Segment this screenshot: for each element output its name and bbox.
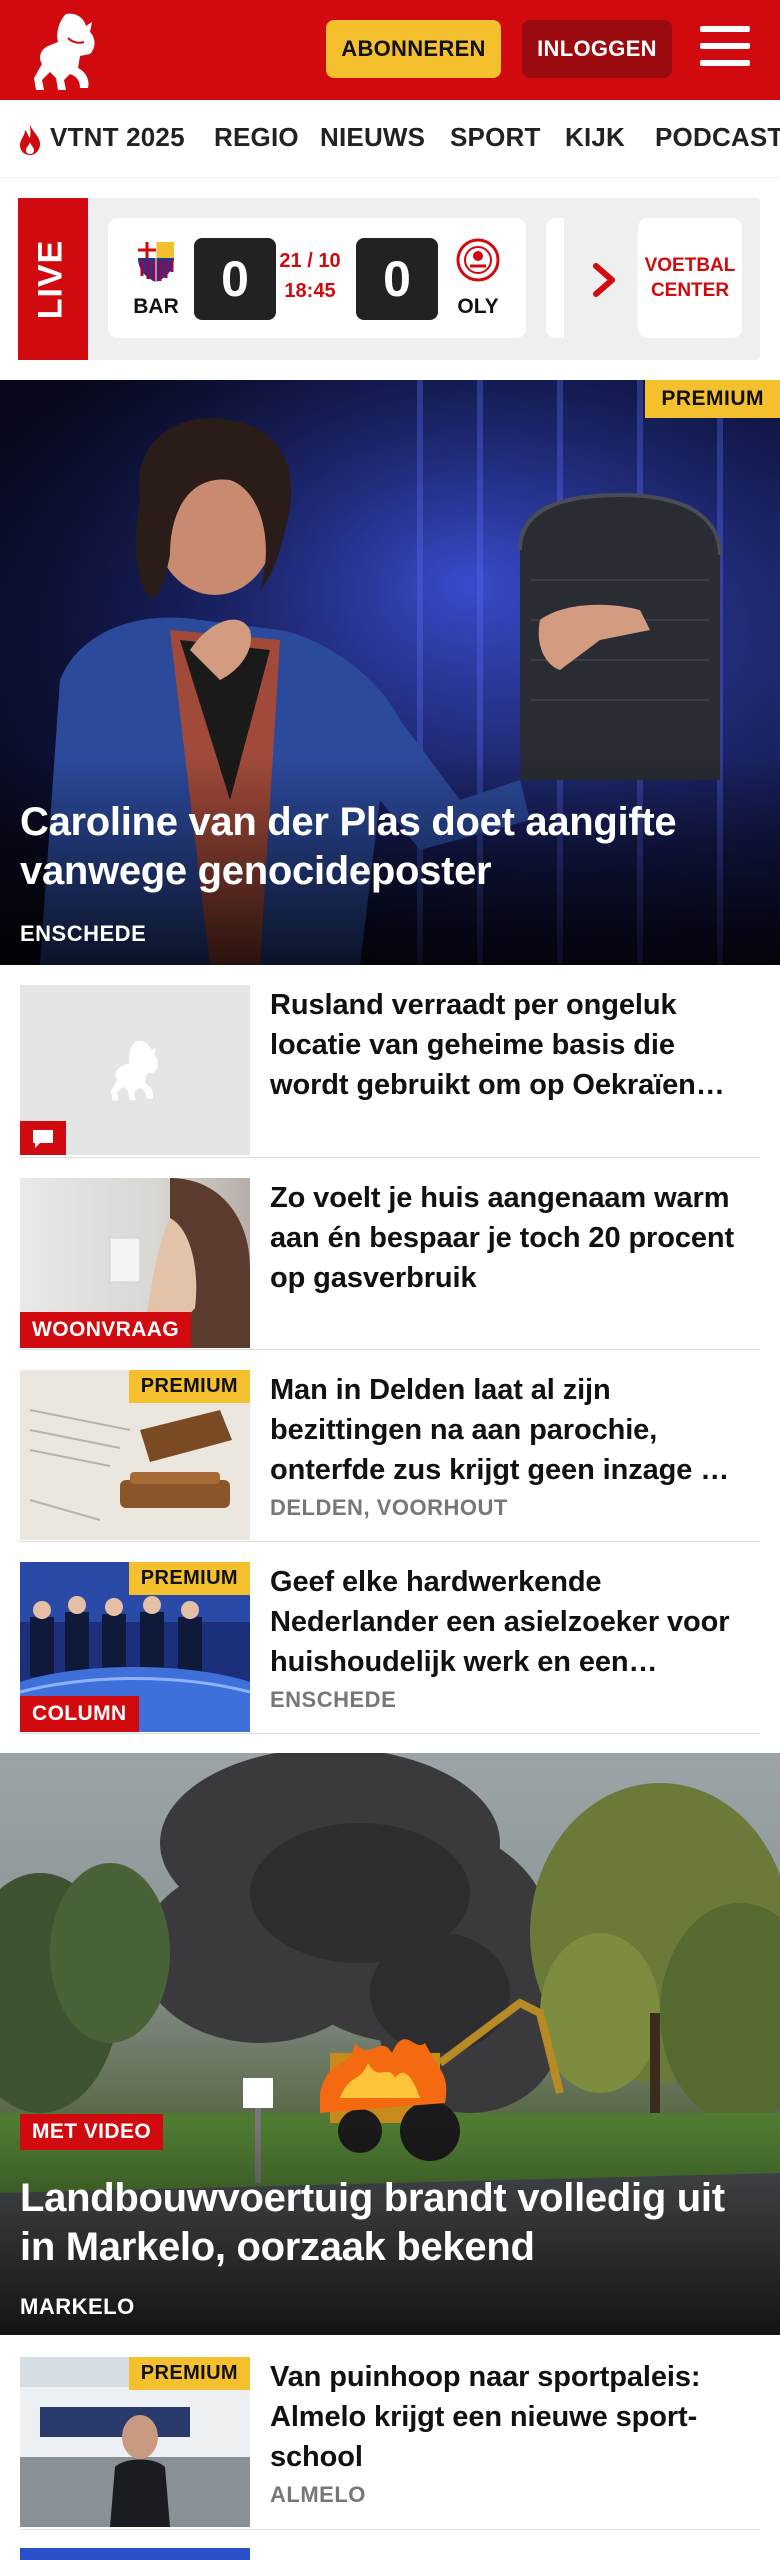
article-location: DELDEN, VOORHOUT bbox=[270, 1495, 508, 1520]
nav-item-podcast[interactable]: PODCAST bbox=[655, 122, 780, 153]
live-label-text: LIVE bbox=[31, 239, 70, 320]
home-score: 0 bbox=[194, 238, 276, 320]
hero-article[interactable]: PREMIUM Caroline van der Plas doet aangi… bbox=[0, 380, 780, 965]
hamburger-menu-icon[interactable] bbox=[700, 26, 752, 72]
hero-article-video[interactable]: MET VIDEO Landbouwvoertuig brandt volled… bbox=[0, 1753, 780, 2335]
list-item[interactable]: PREMIUM Man in Delden laat al zijn bezit… bbox=[20, 1370, 760, 1542]
twente-horse-placeholder-icon bbox=[110, 1040, 158, 1101]
match-card[interactable]: BAR 0 21 / 10 18:45 0 OLY bbox=[108, 218, 526, 338]
site-header: ABONNEREN INLOGGEN bbox=[0, 0, 780, 100]
away-team: OLY bbox=[448, 236, 508, 319]
premium-badge: PREMIUM bbox=[128, 2357, 250, 2390]
live-label: LIVE bbox=[18, 198, 88, 360]
olympiacos-crest-icon bbox=[456, 238, 500, 282]
article-title[interactable]: Man in Delden laat al zijn bezittingen n… bbox=[270, 1370, 760, 1490]
match-date: 21 / 10 bbox=[279, 250, 341, 272]
article-location: ENSCHEDE bbox=[270, 1687, 397, 1712]
comment-icon bbox=[20, 1121, 66, 1155]
article-title[interactable]: Geef elke hardwerkende Nederlander een a… bbox=[270, 1562, 760, 1682]
hero-title[interactable]: Caroline van der Plas doet aangifte vanw… bbox=[20, 798, 760, 896]
flame-icon bbox=[20, 124, 40, 155]
away-team-abbr: OLY bbox=[457, 295, 499, 318]
hero-title[interactable]: Landbouwvoertuig brandt volledig uit in … bbox=[20, 2174, 760, 2272]
hero-location: MARKELO bbox=[20, 2294, 135, 2319]
home-team-abbr: BAR bbox=[133, 295, 179, 318]
article-thumbnail: PREMIUM COLUMN bbox=[20, 1562, 250, 1732]
subscribe-button[interactable]: ABONNEREN bbox=[326, 20, 501, 78]
voetbal-center-button[interactable]: VOETBAL CENTER bbox=[638, 218, 742, 338]
chevron-right-icon[interactable] bbox=[592, 262, 618, 298]
premium-badge: PREMIUM bbox=[128, 1370, 250, 1403]
article-title[interactable]: Van puinhoop naar sportpaleis: Almelo kr… bbox=[270, 2357, 760, 2477]
list-item[interactable]: PREMIUM COLUMN Geef elke hardwerkende Ne… bbox=[20, 1562, 760, 1734]
list-item[interactable]: WOONVRAAG Zo voelt je huis aangenaam war… bbox=[20, 1178, 760, 1350]
nav-item-vtnt2025[interactable]: VTNT 2025 bbox=[50, 122, 185, 153]
article-title[interactable]: Zo voelt je huis aangenaam warm aan én b… bbox=[270, 1178, 760, 1298]
article-title[interactable]: Rusland verraadt per ongeluk locatie van… bbox=[270, 985, 760, 1105]
premium-badge: PREMIUM bbox=[645, 380, 780, 418]
login-button[interactable]: INLOGGEN bbox=[522, 20, 672, 78]
list-item[interactable]: PREMIUM Van puinhoop naar sportpaleis: A… bbox=[20, 2357, 760, 2530]
premium-badge: PREMIUM bbox=[128, 1562, 250, 1595]
twente-horse-logo[interactable] bbox=[20, 8, 110, 94]
list-item[interactable]: Rusland verraadt per ongeluk locatie van… bbox=[20, 985, 760, 1158]
home-team: BAR bbox=[126, 236, 186, 319]
main-navigation: VTNT 2025 REGIO NIEUWS SPORT KIJK PODCAS… bbox=[0, 100, 780, 178]
article-thumbnail-placeholder bbox=[20, 985, 250, 1155]
article-thumbnail: PREMIUM bbox=[20, 2357, 250, 2527]
next-article-thumbnail-peek bbox=[20, 2548, 250, 2560]
nav-item-nieuws[interactable]: NIEUWS bbox=[320, 122, 425, 153]
nav-item-kijk[interactable]: KIJK bbox=[565, 122, 625, 153]
live-scores-strip: LIVE BAR 0 21 / 10 18:45 0 OLY VOETBAL C… bbox=[18, 198, 760, 360]
away-score: 0 bbox=[356, 238, 438, 320]
next-match-card-peek[interactable] bbox=[546, 218, 564, 338]
video-badge: MET VIDEO bbox=[20, 2114, 164, 2150]
nav-item-regio[interactable]: REGIO bbox=[214, 122, 299, 153]
match-datetime: 21 / 10 18:45 bbox=[268, 246, 352, 306]
nav-item-sport[interactable]: SPORT bbox=[450, 122, 541, 153]
article-thumbnail: PREMIUM bbox=[20, 1370, 250, 1540]
article-thumbnail: WOONVRAAG bbox=[20, 1178, 250, 1348]
column-badge: COLUMN bbox=[20, 1696, 139, 1732]
article-location: ALMELO bbox=[270, 2482, 366, 2507]
barcelona-crest-icon bbox=[138, 242, 174, 282]
match-time: 18:45 bbox=[284, 280, 336, 302]
woonvraag-badge: WOONVRAAG bbox=[20, 1312, 192, 1348]
hero-location: ENSCHEDE bbox=[20, 921, 147, 946]
